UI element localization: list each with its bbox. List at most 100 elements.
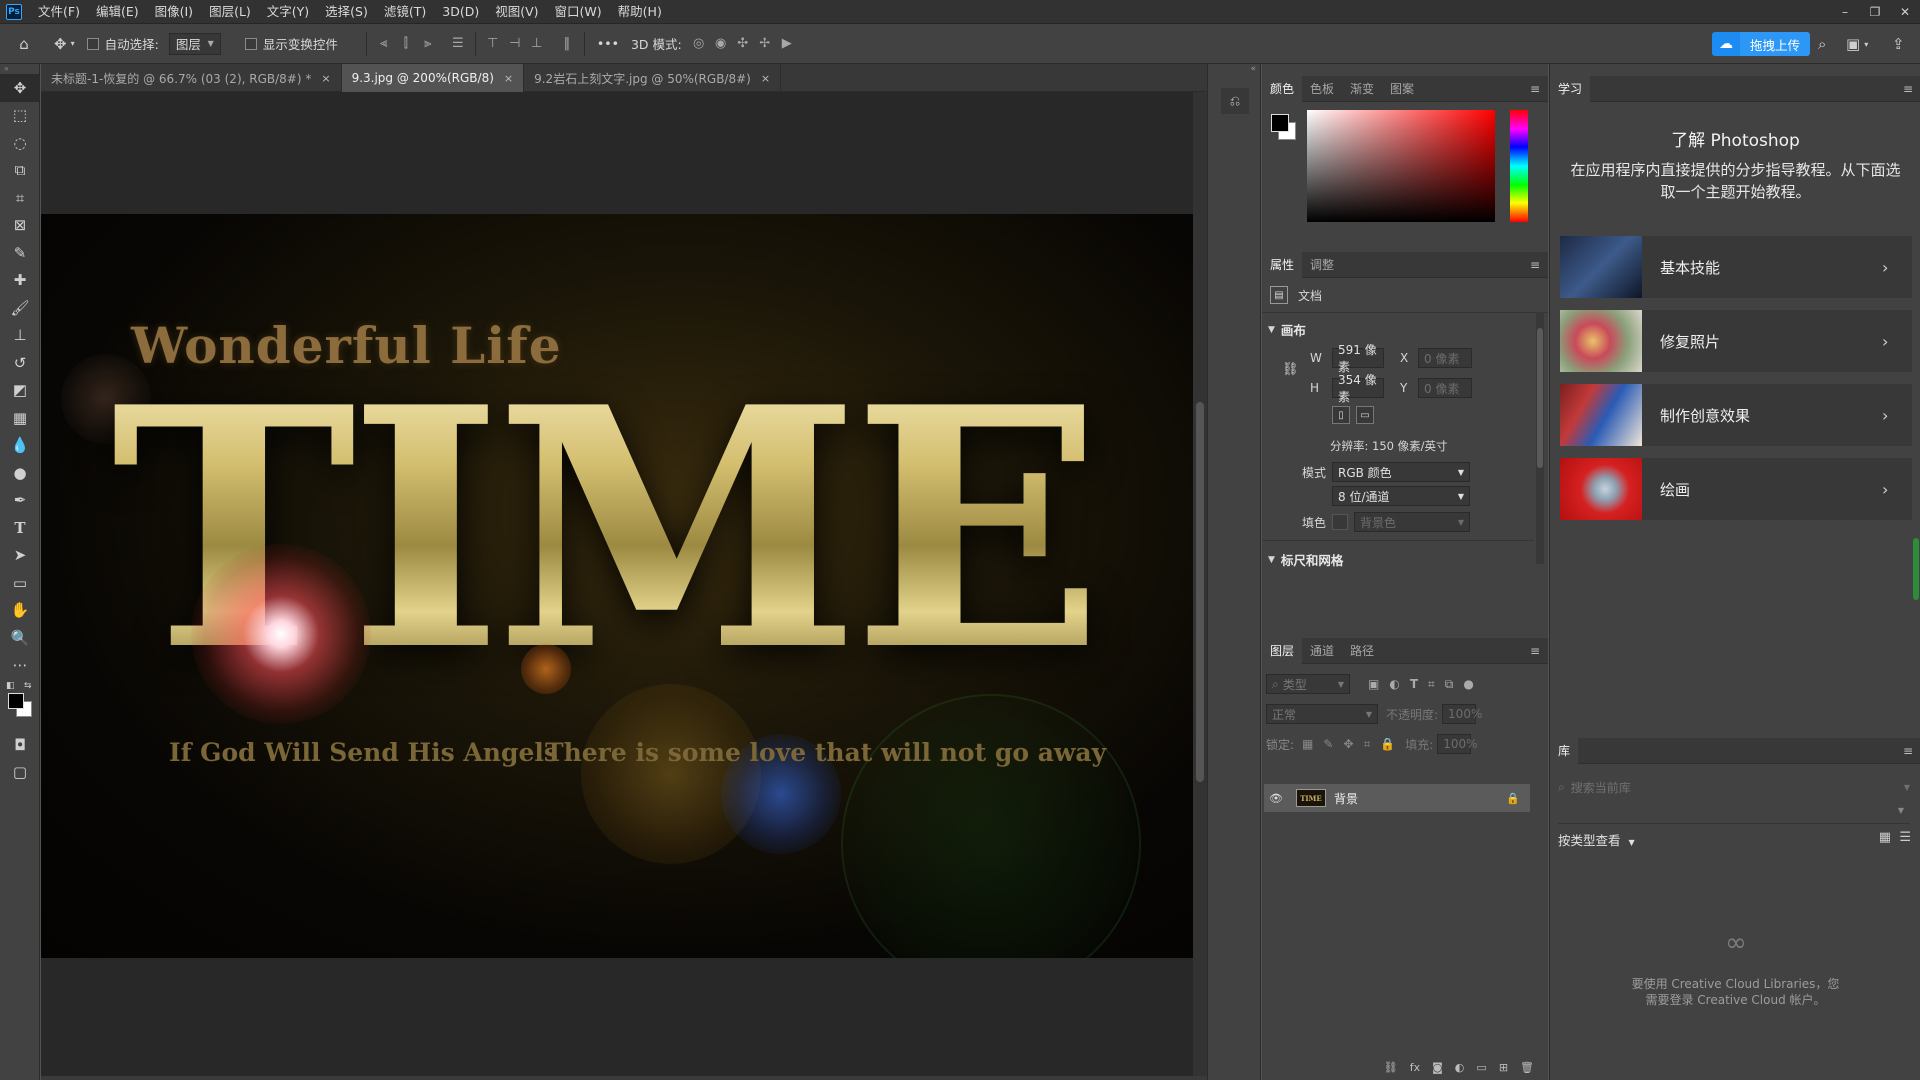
tab-paths[interactable]: 路径 — [1342, 638, 1382, 664]
tab-swatches[interactable]: 色板 — [1302, 76, 1342, 102]
landscape-icon[interactable]: ▭ — [1356, 406, 1374, 424]
fill-swatch[interactable] — [1332, 514, 1348, 530]
fill-input[interactable]: 100% — [1437, 734, 1478, 754]
filter-adjustment-icon[interactable]: ◐ — [1389, 677, 1399, 691]
x-input[interactable]: 0 像素 — [1418, 348, 1472, 368]
close-icon[interactable]: × — [504, 72, 513, 85]
menu-edit[interactable]: 编辑(E) — [88, 0, 147, 24]
lasso-tool-icon[interactable]: ◌ — [0, 129, 40, 157]
filter-pixel-icon[interactable]: ▣ — [1368, 677, 1379, 691]
expand-panels-icon[interactable]: « — [1250, 64, 1256, 74]
panel-menu-icon[interactable]: ≡ — [1903, 744, 1913, 758]
menu-type[interactable]: 文字(Y) — [259, 0, 317, 24]
clone-stamp-tool-icon[interactable]: ⊥ — [0, 322, 40, 350]
menu-select[interactable]: 选择(S) — [317, 0, 376, 24]
opacity-input[interactable]: 100% — [1442, 704, 1482, 724]
menu-image[interactable]: 图像(I) — [147, 0, 201, 24]
align-bottom-icon[interactable]: ⊥ — [526, 24, 548, 64]
tab-layers[interactable]: 图层 — [1262, 637, 1303, 664]
menu-file[interactable]: 文件(F) — [30, 0, 88, 24]
delete-layer-icon[interactable]: 🗑 — [1520, 1061, 1534, 1074]
checkbox-box[interactable] — [86, 37, 99, 50]
rectangle-tool-icon[interactable]: ▭ — [0, 569, 40, 597]
panel-menu-icon[interactable]: ≡ — [1530, 82, 1540, 96]
move-tool-icon[interactable]: ✥ — [0, 74, 40, 102]
menu-layer[interactable]: 图层(L) — [201, 0, 259, 24]
share-icon[interactable]: ⇪ — [1892, 24, 1905, 64]
new-layer-icon[interactable]: ⊞ — [1499, 1061, 1508, 1074]
lock-artboard-icon[interactable]: ⌗ — [1364, 737, 1371, 752]
menu-window[interactable]: 窗口(W) — [547, 0, 610, 24]
lock-all-icon[interactable]: 🔒 — [1380, 737, 1395, 751]
align-hcenter-icon[interactable]: ⫿ — [395, 24, 417, 64]
foreground-color-swatch[interactable] — [1271, 114, 1289, 132]
collapse-tools-icon[interactable]: » — [0, 64, 39, 74]
tab-document-3[interactable]: 9.2岩石上刻文字.jpg @ 50%(RGB/8#) × — [524, 64, 782, 92]
orbit-3d-icon[interactable]: ◎ — [688, 24, 710, 64]
foreground-color-swatch[interactable] — [8, 693, 24, 709]
view-by-type-dropdown[interactable]: 按类型查看 ▼ — [1558, 830, 1635, 849]
learn-card-basics[interactable]: 基本技能 › — [1560, 236, 1912, 298]
lock-pixels-icon[interactable]: ✎ — [1323, 737, 1333, 751]
menu-filter[interactable]: 滤镜(T) — [376, 0, 434, 24]
frame-tool-icon[interactable]: ⊠ — [0, 212, 40, 240]
bit-depth-select[interactable]: 8 位/通道 ▼ — [1332, 486, 1470, 506]
tab-patterns[interactable]: 图案 — [1382, 76, 1422, 102]
healing-brush-tool-icon[interactable]: ✚ — [0, 267, 40, 295]
workspace-icon[interactable]: ▣ ▾ — [1846, 24, 1868, 64]
scrollbar-thumb[interactable] — [1196, 402, 1204, 782]
restore-button[interactable]: ❐ — [1860, 0, 1890, 24]
menu-view[interactable]: 视图(V) — [487, 0, 546, 24]
tab-document-1[interactable]: 未标题-1-恢复的 @ 66.7% (03 (2), RGB/8#) * × — [41, 64, 342, 92]
align-top-icon[interactable]: ⊤ — [482, 24, 504, 64]
camera-3d-icon[interactable]: ▶ — [776, 24, 798, 64]
scrollbar-thumb[interactable] — [1537, 328, 1543, 468]
minimize-button[interactable]: – — [1830, 0, 1860, 24]
auto-select-dropdown[interactable]: 图层 ▼ — [168, 32, 221, 55]
menu-3d[interactable]: 3D(D) — [434, 0, 487, 24]
add-mask-icon[interactable]: ◙ — [1432, 1061, 1443, 1074]
marquee-tool-icon[interactable]: ⬚ — [0, 102, 40, 130]
document-canvas[interactable]: Wonderful Life TIME If God Will Send His… — [41, 214, 1203, 958]
canvas-section-header[interactable]: ▼ 画布 — [1268, 320, 1306, 339]
blur-tool-icon[interactable]: 💧 — [0, 432, 40, 460]
height-input[interactable]: 354 像素 — [1332, 373, 1384, 404]
auto-select-checkbox[interactable]: 自动选择: — [81, 34, 165, 53]
layer-filter-select[interactable]: ⌕ 类型 ▼ — [1266, 674, 1350, 694]
blend-mode-select[interactable]: 正常 ▼ — [1266, 704, 1378, 724]
screen-mode-icon[interactable]: ▢ — [0, 759, 40, 787]
path-select-tool-icon[interactable]: ➤ — [0, 542, 40, 570]
eyedropper-tool-icon[interactable]: ✎ — [0, 239, 40, 267]
align-right-icon[interactable]: ⫸ — [417, 24, 439, 64]
dodge-tool-icon[interactable]: ● — [0, 459, 40, 487]
panel-menu-icon[interactable]: ≡ — [1530, 258, 1540, 272]
panel-menu-icon[interactable]: ≡ — [1903, 82, 1913, 96]
close-button[interactable]: ✕ — [1890, 0, 1920, 24]
checkbox-box[interactable] — [244, 37, 257, 50]
color-mode-select[interactable]: RGB 颜色 ▼ — [1332, 462, 1470, 482]
panel-menu-icon[interactable]: ≡ — [1530, 644, 1540, 658]
properties-scrollbar[interactable] — [1536, 312, 1544, 564]
portrait-icon[interactable]: ▯ — [1332, 406, 1350, 424]
rulers-section-header[interactable]: ▼ 标尺和网格 — [1268, 550, 1343, 569]
layer-row-background[interactable]: 👁 TIME 背景 🔒 — [1264, 784, 1530, 812]
filter-smart-icon[interactable]: ⧉ — [1445, 677, 1454, 692]
align-vcenter-icon[interactable]: ⊣ — [504, 24, 526, 64]
hue-slider[interactable] — [1510, 110, 1528, 222]
y-input[interactable]: 0 像素 — [1418, 378, 1472, 398]
list-view-icon[interactable]: ☰ — [1899, 830, 1911, 845]
align-left-icon[interactable]: ⫷ — [373, 24, 395, 64]
roll-3d-icon[interactable]: ◉ — [710, 24, 732, 64]
grid-view-icon[interactable]: ▦ — [1879, 830, 1891, 845]
learn-card-fix-photos[interactable]: 修复照片 › — [1560, 310, 1912, 372]
filter-shape-icon[interactable]: ⌗ — [1428, 677, 1435, 692]
canvas-area[interactable]: Wonderful Life TIME If God Will Send His… — [41, 92, 1207, 1078]
tab-color[interactable]: 颜色 — [1262, 75, 1303, 102]
tab-learn[interactable]: 学习 — [1550, 75, 1591, 102]
color-picker-field[interactable] — [1307, 110, 1495, 222]
quick-mask-icon[interactable]: ◘ — [0, 731, 40, 759]
eraser-tool-icon[interactable]: ◩ — [0, 377, 40, 405]
more-options-button[interactable]: ••• — [591, 36, 625, 51]
link-icon[interactable]: ⛓ — [1282, 362, 1299, 377]
learn-scrollbar[interactable] — [1913, 538, 1919, 600]
